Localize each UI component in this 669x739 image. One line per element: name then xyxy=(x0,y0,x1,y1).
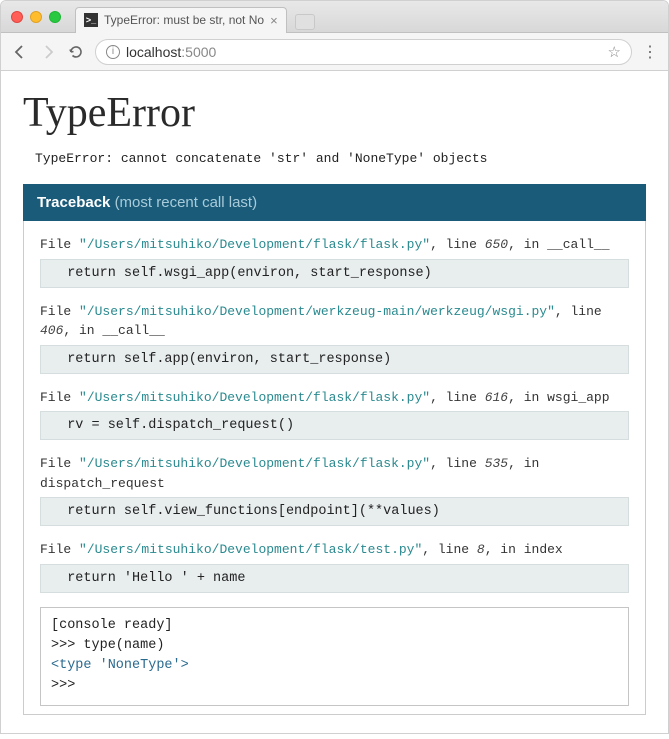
console-ready: [console ready] xyxy=(51,616,618,636)
traffic-lights xyxy=(11,11,61,23)
frame-location: File "/Users/mitsuhiko/Development/flask… xyxy=(40,388,629,408)
debug-console[interactable]: [console ready] >>> type(name) <type 'No… xyxy=(40,607,629,706)
traceback-frame[interactable]: File "/Users/mitsuhiko/Development/flask… xyxy=(40,235,629,288)
frame-code[interactable]: rv = self.dispatch_request() xyxy=(40,411,629,440)
tab-title: TypeError: must be str, not No xyxy=(104,13,264,27)
back-button[interactable] xyxy=(11,44,29,60)
console-prompt[interactable]: >>> xyxy=(51,676,618,696)
traceback-frame[interactable]: File "/Users/mitsuhiko/Development/flask… xyxy=(40,388,629,441)
traceback-frame[interactable]: File "/Users/mitsuhiko/Development/flask… xyxy=(40,454,629,526)
error-message: TypeError: cannot concatenate 'str' and … xyxy=(23,151,646,166)
page-content: TypeError TypeError: cannot concatenate … xyxy=(1,71,668,733)
traceback-label: Traceback xyxy=(37,194,110,211)
browser-tab[interactable]: >_ TypeError: must be str, not No × xyxy=(75,7,287,33)
tab-close-icon[interactable]: × xyxy=(270,13,278,28)
url-host: localhost xyxy=(126,44,181,60)
frame-location: File "/Users/mitsuhiko/Development/flask… xyxy=(40,235,629,255)
browser-menu-button[interactable]: ⋮ xyxy=(642,42,658,62)
minimize-window-button[interactable] xyxy=(30,11,42,23)
frame-location: File "/Users/mitsuhiko/Development/flask… xyxy=(40,454,629,493)
frame-code[interactable]: return self.wsgi_app(environ, start_resp… xyxy=(40,259,629,288)
traceback-frame[interactable]: File "/Users/mitsuhiko/Development/flask… xyxy=(40,540,629,593)
site-info-icon[interactable]: i xyxy=(106,45,120,59)
console-line: >>> type(name) xyxy=(51,636,618,656)
frame-location: File "/Users/mitsuhiko/Development/werkz… xyxy=(40,302,629,341)
titlebar: >_ TypeError: must be str, not No × xyxy=(1,1,668,33)
traceback-body: File "/Users/mitsuhiko/Development/flask… xyxy=(23,221,646,715)
traceback-frame[interactable]: File "/Users/mitsuhiko/Development/werkz… xyxy=(40,302,629,374)
url-port: :5000 xyxy=(181,44,216,60)
error-title: TypeError xyxy=(23,89,646,137)
favicon-icon: >_ xyxy=(84,13,98,27)
browser-window: >_ TypeError: must be str, not No × i lo… xyxy=(0,0,669,734)
url-input[interactable]: i localhost:5000 ☆ xyxy=(95,39,632,65)
frame-code[interactable]: return 'Hello ' + name xyxy=(40,564,629,593)
traceback-hint: (most recent call last) xyxy=(115,194,258,211)
maximize-window-button[interactable] xyxy=(49,11,61,23)
new-tab-button[interactable] xyxy=(295,14,315,30)
forward-button[interactable] xyxy=(39,44,57,60)
reload-button[interactable] xyxy=(67,44,85,60)
console-output: <type 'NoneType'> xyxy=(51,656,618,676)
frame-location: File "/Users/mitsuhiko/Development/flask… xyxy=(40,540,629,560)
address-bar: i localhost:5000 ☆ ⋮ xyxy=(1,33,668,71)
traceback-header: Traceback (most recent call last) xyxy=(23,184,646,221)
frame-code[interactable]: return self.app(environ, start_response) xyxy=(40,345,629,374)
close-window-button[interactable] xyxy=(11,11,23,23)
bookmark-star-icon[interactable]: ☆ xyxy=(608,43,621,61)
frame-code[interactable]: return self.view_functions[endpoint](**v… xyxy=(40,497,629,526)
